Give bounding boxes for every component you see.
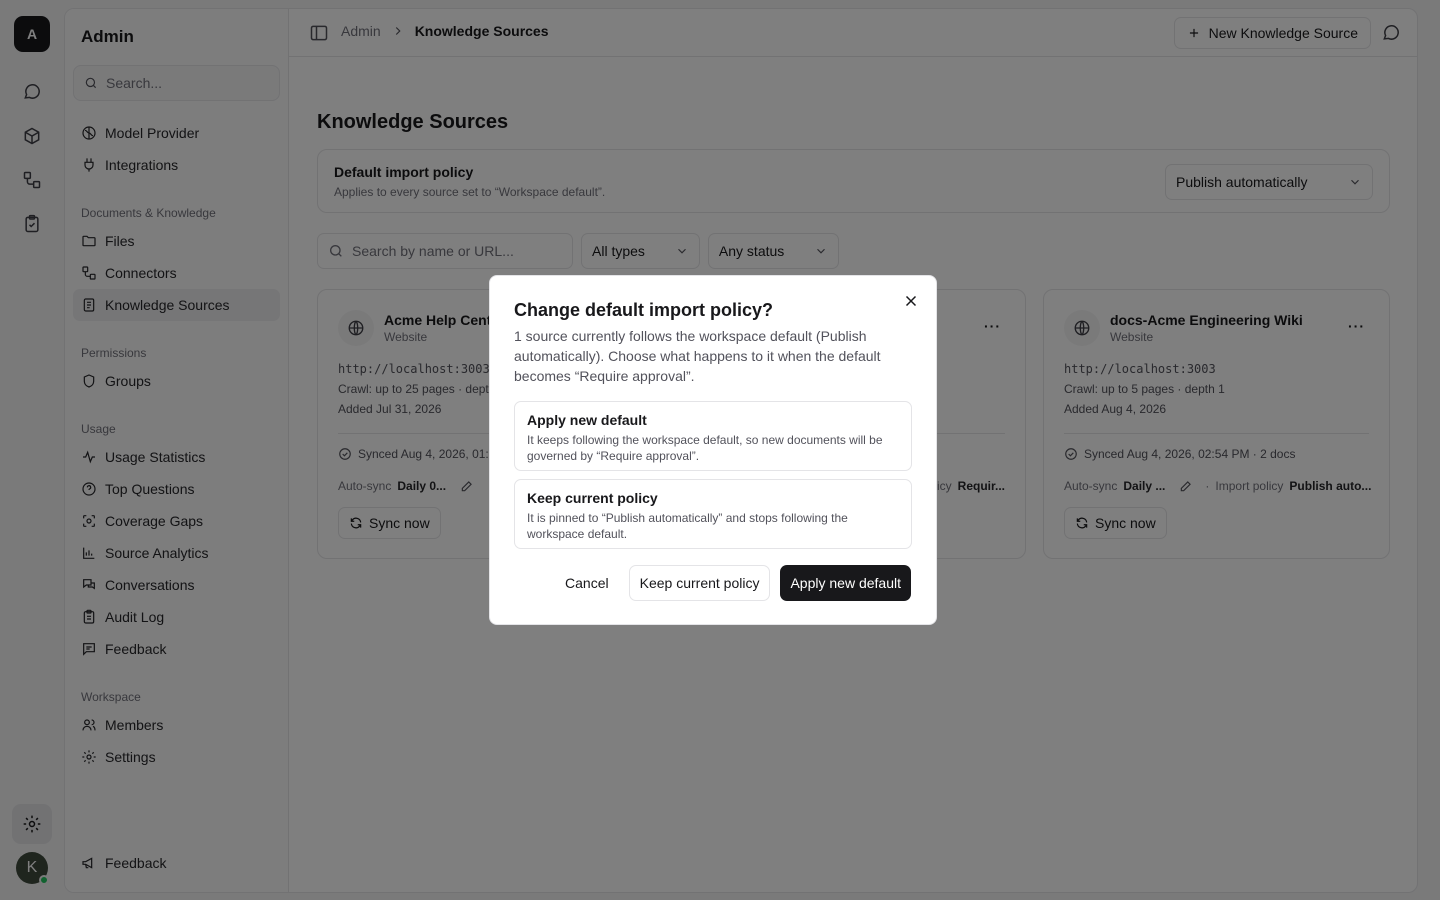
dialog-description: 1 source currently follows the workspace… xyxy=(514,328,881,384)
keep-current-policy-button[interactable]: Keep current policy xyxy=(628,565,771,601)
close-icon[interactable] xyxy=(902,292,920,310)
option-title: Keep current policy xyxy=(527,490,658,506)
apply-new-default-button[interactable]: Apply new default xyxy=(780,565,911,601)
dialog-actions: Cancel Keep current policy Apply new def… xyxy=(555,565,911,601)
option-keep-current-policy[interactable]: Keep current policy It is pinned to “Pub… xyxy=(514,479,912,549)
option-title: Apply new default xyxy=(527,412,647,428)
cancel-button[interactable]: Cancel xyxy=(555,565,619,601)
option-description: It keeps following the workspace default… xyxy=(527,433,883,463)
option-description: It is pinned to “Publish automatically” … xyxy=(527,511,848,541)
dialog-title: Change default import policy? xyxy=(514,300,774,320)
change-policy-dialog: Change default import policy? 1 source c… xyxy=(489,275,937,625)
option-apply-new-default[interactable]: Apply new default It keeps following the… xyxy=(514,401,912,471)
